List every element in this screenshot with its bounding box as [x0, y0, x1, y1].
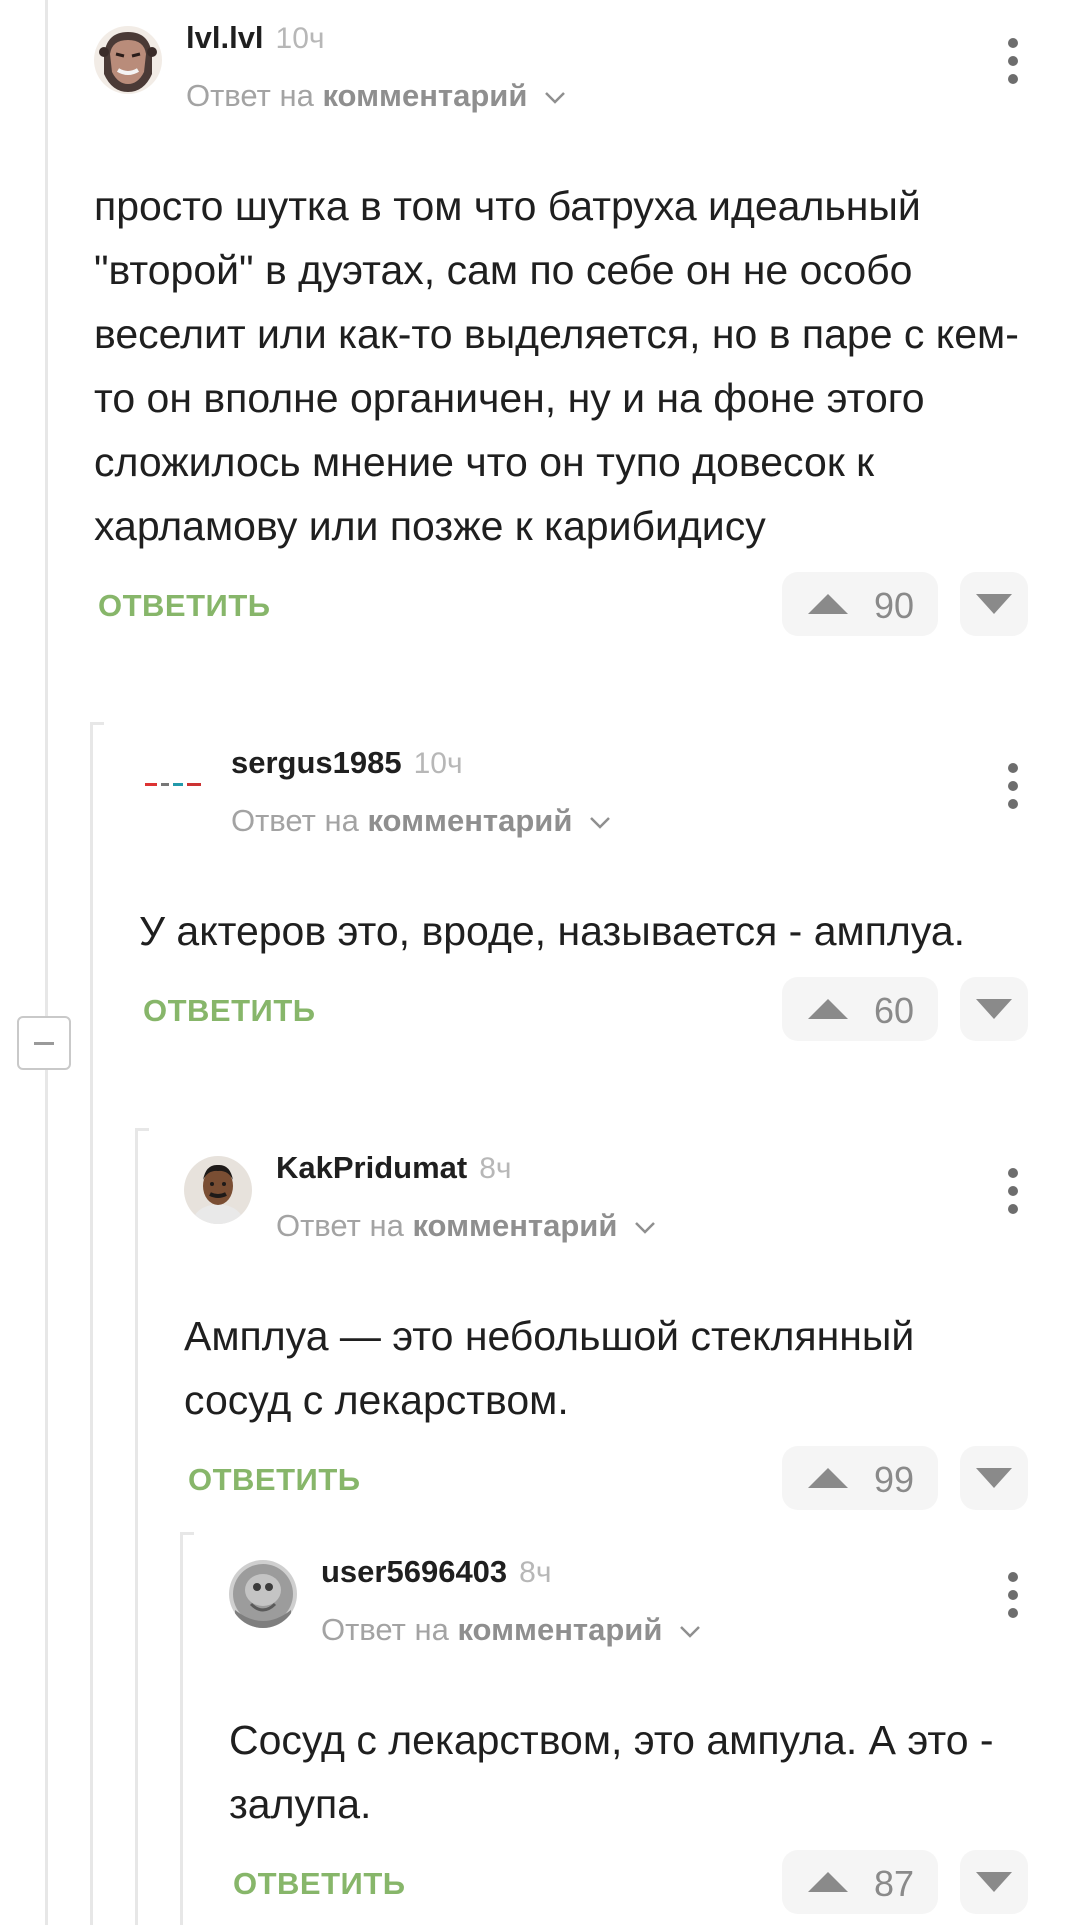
thread-line-cap: [90, 722, 104, 725]
downvote-button[interactable]: [960, 1446, 1028, 1510]
username-link[interactable]: user5696403 8ч: [321, 1554, 552, 1590]
reply-to-link[interactable]: Ответ на комментарий: [276, 1208, 656, 1244]
more-vertical-icon[interactable]: [998, 1572, 1028, 1618]
more-vertical-icon[interactable]: [998, 38, 1028, 84]
more-vertical-icon[interactable]: [998, 1168, 1028, 1214]
comment: KakPridumat 8ч Ответ на комментарий Амплу…: [184, 1150, 1028, 1512]
thread-line-cap: [135, 1128, 149, 1131]
vote-count: 99: [874, 1459, 915, 1500]
comment-time: 10ч: [275, 22, 325, 55]
comment-text: Амплуа — это небольшой стеклянный сосуд …: [184, 1313, 915, 1423]
comment: user5696403 8ч Ответ на комментарий Сосуд…: [229, 1554, 1028, 1916]
chevron-down-icon[interactable]: [544, 91, 566, 105]
comment-time: 8ч: [479, 1152, 512, 1185]
reply-to-target[interactable]: комментарий: [412, 1208, 617, 1243]
reply-to-link[interactable]: Ответ на комментарий: [231, 803, 611, 839]
vote-count: 60: [874, 990, 915, 1031]
reply-to-prefix: Ответ на: [321, 1612, 449, 1647]
comment: sergus1985 10ч Ответ на комментарий У акт…: [139, 745, 1028, 1043]
comment-header: lvl.lvl 10ч Ответ на комментарий: [94, 20, 1028, 120]
reply-to-prefix: Ответ на: [231, 803, 359, 838]
thread-line: [90, 722, 93, 1925]
reply-button[interactable]: ОТВЕТИТЬ: [98, 588, 271, 624]
reply-to-target[interactable]: комментарий: [322, 78, 527, 113]
thread-line: [180, 1532, 183, 1925]
triangle-down-icon: [976, 999, 1012, 1019]
vote-count: 90: [874, 585, 915, 626]
vote-count: 87: [874, 1863, 915, 1904]
triangle-down-icon: [976, 1872, 1012, 1892]
username[interactable]: lvl.lvl: [186, 20, 264, 55]
avatar[interactable]: [229, 1560, 297, 1628]
comment-text: Сосуд с лекарством, это ампула. А это - …: [229, 1717, 994, 1827]
reply-to-prefix: Ответ на: [276, 1208, 404, 1243]
triangle-up-icon: [808, 1468, 848, 1488]
thread-line-cap: [180, 1532, 194, 1535]
reply-to-prefix: Ответ на: [186, 78, 314, 113]
chevron-down-icon[interactable]: [679, 1625, 701, 1639]
triangle-down-icon: [976, 1468, 1012, 1488]
upvote-button[interactable]: 99: [782, 1446, 938, 1510]
reply-button[interactable]: ОТВЕТИТЬ: [233, 1866, 406, 1902]
comment-text: просто шутка в том что батруха идеальный…: [94, 183, 1019, 549]
downvote-button[interactable]: [960, 572, 1028, 636]
triangle-down-icon: [976, 594, 1012, 614]
reply-button[interactable]: ОТВЕТИТЬ: [188, 1462, 361, 1498]
triangle-up-icon: [808, 1872, 848, 1892]
comment-header: KakPridumat 8ч Ответ на комментарий: [184, 1150, 1028, 1250]
upvote-button[interactable]: 87: [782, 1850, 938, 1914]
upvote-button[interactable]: 90: [782, 572, 938, 636]
comment-header: sergus1985 10ч Ответ на комментарий: [139, 745, 1028, 845]
comment-actions: ОТВЕТИТЬ 60: [139, 977, 1028, 1043]
downvote-button[interactable]: [960, 977, 1028, 1041]
thread-line: [135, 1128, 138, 1925]
comment-text: У актеров это, вроде, называется - амплу…: [139, 908, 966, 954]
upvote-button[interactable]: 60: [782, 977, 938, 1041]
chevron-down-icon[interactable]: [589, 816, 611, 830]
username[interactable]: sergus1985: [231, 745, 402, 780]
comment-actions: ОТВЕТИТЬ 87: [229, 1850, 1028, 1916]
reply-to-link[interactable]: Ответ на комментарий: [186, 78, 566, 114]
triangle-up-icon: [808, 999, 848, 1019]
comment: lvl.lvl 10ч Ответ на комментарий просто ш…: [94, 20, 1028, 638]
username[interactable]: KakPridumat: [276, 1150, 467, 1185]
thread-line: [45, 0, 48, 1925]
reply-button[interactable]: ОТВЕТИТЬ: [143, 993, 316, 1029]
comment-actions: ОТВЕТИТЬ 90: [94, 572, 1028, 638]
username-link[interactable]: lvl.lvl 10ч: [186, 20, 325, 56]
collapse-thread-button minus-icon[interactable]: [17, 1016, 71, 1070]
chevron-down-icon[interactable]: [634, 1221, 656, 1235]
downvote-button[interactable]: [960, 1850, 1028, 1914]
comment-header: user5696403 8ч Ответ на комментарий: [229, 1554, 1028, 1654]
avatar[interactable]: [94, 26, 162, 94]
reply-to-target[interactable]: комментарий: [457, 1612, 662, 1647]
username-link[interactable]: sergus1985 10ч: [231, 745, 463, 781]
username-link[interactable]: KakPridumat 8ч: [276, 1150, 512, 1186]
comment-actions: ОТВЕТИТЬ 99: [184, 1446, 1028, 1512]
comment-time: 10ч: [413, 747, 463, 780]
triangle-up-icon: [808, 594, 848, 614]
comment-time: 8ч: [519, 1556, 552, 1589]
avatar[interactable]: [184, 1156, 252, 1224]
reply-to-target[interactable]: комментарий: [367, 803, 572, 838]
more-vertical-icon[interactable]: [998, 763, 1028, 809]
avatar[interactable]: [139, 751, 207, 819]
reply-to-link[interactable]: Ответ на комментарий: [321, 1612, 701, 1648]
username[interactable]: user5696403: [321, 1554, 507, 1589]
